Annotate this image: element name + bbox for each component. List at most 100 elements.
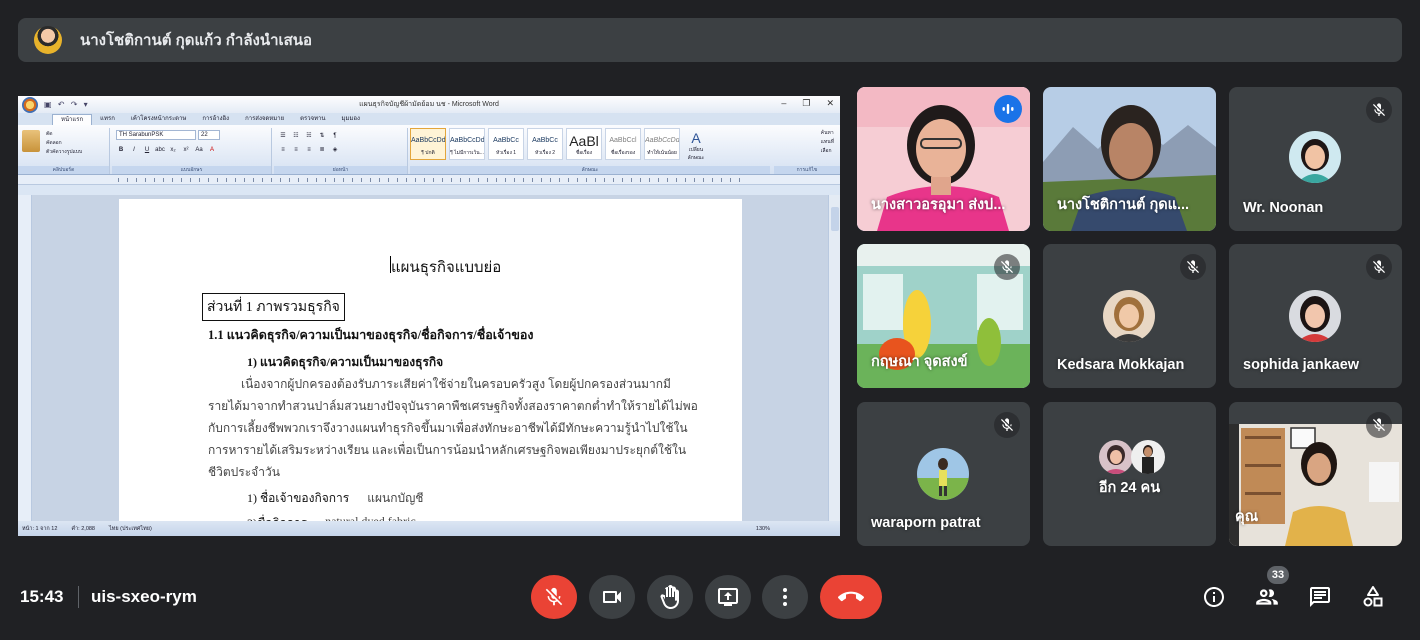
ribbon-tab: มุมมอง (341, 116, 360, 122)
owner-label: 1) ชื่อเจ้าของกิจการ (247, 491, 350, 505)
participant-name: นางสาวอรอุมา ส่งบ่... (871, 197, 1006, 213)
close-icon: ✕ (826, 98, 834, 108)
ribbon-tab: การส่งจดหมาย (245, 116, 285, 122)
sort-icon: ⇅ (319, 133, 325, 139)
avatar-image (1131, 440, 1165, 474)
style-sample: AaBbCcDd (411, 137, 446, 144)
meeting-time: 15:43 (20, 587, 64, 606)
font-caption: แบบอักษร (112, 166, 271, 174)
paragraph-line: เนื่องจากผู้ปกครองต้องรับภาระเสียค่าใช้จ… (208, 377, 671, 391)
more-options-icon (783, 588, 787, 606)
participant-name: waraporn patrat (871, 515, 981, 531)
font-format-row: B I U abc x₂ x² Aa A (116, 145, 217, 155)
page-count: หน้า: 1 จาก 12 (22, 525, 58, 532)
ribbon-tab: หน้าแรก (52, 114, 93, 125)
ribbon-tab: แทรก (100, 116, 115, 122)
avatar-image (1289, 290, 1341, 342)
word-title-bar: ▣ ↶ ↷ ▾ แผนธุรกิจบัญชีผ้ามัดย้อม นช - Mi… (18, 96, 840, 113)
zoom-level: 130% (755, 525, 770, 532)
participant-tile[interactable]: Wr. Noonan (1229, 87, 1402, 231)
style-item: AaBbCc หัวเรื่อง 1 (488, 128, 524, 160)
speaking-indicator-icon (1002, 104, 1014, 114)
minimize-icon: – (781, 98, 787, 108)
activities-button[interactable] (1358, 582, 1388, 612)
maximize-icon: ❐ (802, 98, 811, 108)
avatar-image (1099, 440, 1133, 474)
ribbon-tab: เค้าโครงหน้ากระดาษ (130, 116, 187, 122)
shading-icon: ◈ (332, 147, 338, 153)
participant-tile[interactable]: กฤษณา จุดสงข์ (857, 244, 1030, 388)
subsection-heading: 1) แนวคิดธุรกิจ/ความเป็นมาของธุรกิจ (247, 355, 444, 369)
subscript-icon: x₂ (170, 147, 176, 153)
muted-indicator (1366, 254, 1392, 280)
participant-avatar (917, 448, 969, 500)
end-call-button[interactable] (820, 575, 882, 619)
style-label: ทำให้เน้นน้อยลง... (647, 150, 677, 159)
copy-label: คัดลอก (46, 140, 62, 146)
font-size-box: 22 (198, 130, 220, 140)
raise-hand-button[interactable] (647, 575, 693, 619)
word-count: คำ: 2,088 (71, 525, 95, 532)
style-sample: AaBbCcDd (450, 137, 485, 144)
style-label: หัวเรื่อง 2 (534, 150, 556, 156)
participant-avatar (1289, 131, 1341, 183)
paragraph-line: ชีวิตประจำวัน (208, 465, 280, 479)
mic-off-icon (545, 587, 563, 606)
avatar-image (1289, 131, 1341, 183)
language: ไทย (ประเทศไทย) (109, 525, 152, 532)
mic-off-icon (1373, 418, 1385, 431)
present-screen-icon (718, 588, 738, 606)
paragraph-line: กับการเลี้ยงชีพพวกเราจึงวางแผนทำธุรกิจขึ… (208, 421, 688, 435)
others-count: อีก 24 คน (1098, 480, 1161, 496)
mic-toggle-button[interactable] (531, 575, 577, 619)
part-heading: ส่วนที่ 1 ภาพรวมธุรกิจ (202, 293, 345, 321)
align-row: ≡ ≡ ≡ ≣ ◈ (278, 145, 340, 155)
font-name-box: TH SarabunPSK (116, 130, 196, 140)
participant-tile[interactable]: waraporn patrat (857, 402, 1030, 546)
ribbon-tab: การอ้างอิง (202, 116, 230, 122)
presenting-banner: นางโชติกานต์ กุดแก้ว กำลังนำเสนอ (18, 18, 1402, 62)
superscript-icon: x² (183, 147, 189, 153)
meeting-info-button[interactable] (1199, 582, 1229, 612)
others-tile[interactable]: อีก 24 คน (1043, 402, 1216, 546)
camera-toggle-button[interactable] (589, 575, 635, 619)
end-call-icon (838, 591, 864, 602)
camera-icon (603, 591, 621, 603)
change-styles-icon: A (691, 130, 701, 146)
shared-screen[interactable]: ▣ ↶ ↷ ▾ แผนธุรกิจบัญชีผ้ามัดย้อม นช - Mi… (18, 96, 840, 536)
participant-tile[interactable]: นางสาวอรอุมา ส่งบ่... (857, 87, 1030, 231)
ribbon: ตัด คัดลอก ตัวคัดวางรูปแบบ คลิปบอร์ด TH … (18, 125, 840, 175)
mic-off-icon (1373, 260, 1385, 273)
styles-caption: ลักษณะ (410, 166, 770, 174)
people-icon (1256, 589, 1278, 605)
participant-tile[interactable]: Kedsara Mokkajan (1043, 244, 1216, 388)
style-item: AaBbCcl ชื่อเรื่องรอง (605, 128, 641, 160)
align-center-icon: ≡ (294, 147, 298, 153)
style-label: ¶ ปกติ (421, 150, 435, 156)
document-page: แผนธุรกิจแบบย่อ ส่วนที่ 1 ภาพรวมธุรกิจ 1… (119, 199, 742, 530)
select-label: เลือก (820, 148, 832, 154)
participant-count-badge: 33 (1267, 566, 1289, 584)
mic-off-icon (1373, 103, 1385, 116)
muted-indicator (1366, 412, 1392, 438)
present-screen-button[interactable] (705, 575, 751, 619)
ribbon-tabs: หน้าแรก แทรก เค้าโครงหน้ากระดาษ การอ้างอ… (18, 113, 840, 125)
participant-name: นางโชติกานต์ กุดแ... (1057, 197, 1190, 213)
self-tile[interactable]: คุณ (1229, 402, 1402, 546)
chat-button[interactable] (1305, 582, 1335, 612)
speaking-indicator (994, 95, 1022, 123)
more-options-button[interactable] (762, 575, 808, 619)
mic-off-icon (1001, 260, 1013, 273)
participant-name: กฤษณา จุดสงข์ (871, 354, 968, 370)
justify-icon: ≣ (319, 147, 325, 153)
chat-icon (1310, 587, 1330, 607)
people-button[interactable] (1252, 582, 1282, 612)
participant-tile[interactable]: sophida jankaew (1229, 244, 1402, 388)
participant-tile[interactable]: นางโชติกานต์ กุดแ... (1043, 87, 1216, 231)
activities-icon (1363, 586, 1383, 607)
ruler-marks (118, 178, 740, 182)
presenting-text: นางโชติกานต์ กุดแก้ว กำลังนำเสนอ (80, 32, 313, 49)
font-group: TH SarabunPSK 22 B I U abc x₂ x² Aa A แบ… (112, 128, 272, 174)
participant-avatar (1131, 440, 1165, 474)
change-case-icon: Aa (195, 147, 203, 153)
